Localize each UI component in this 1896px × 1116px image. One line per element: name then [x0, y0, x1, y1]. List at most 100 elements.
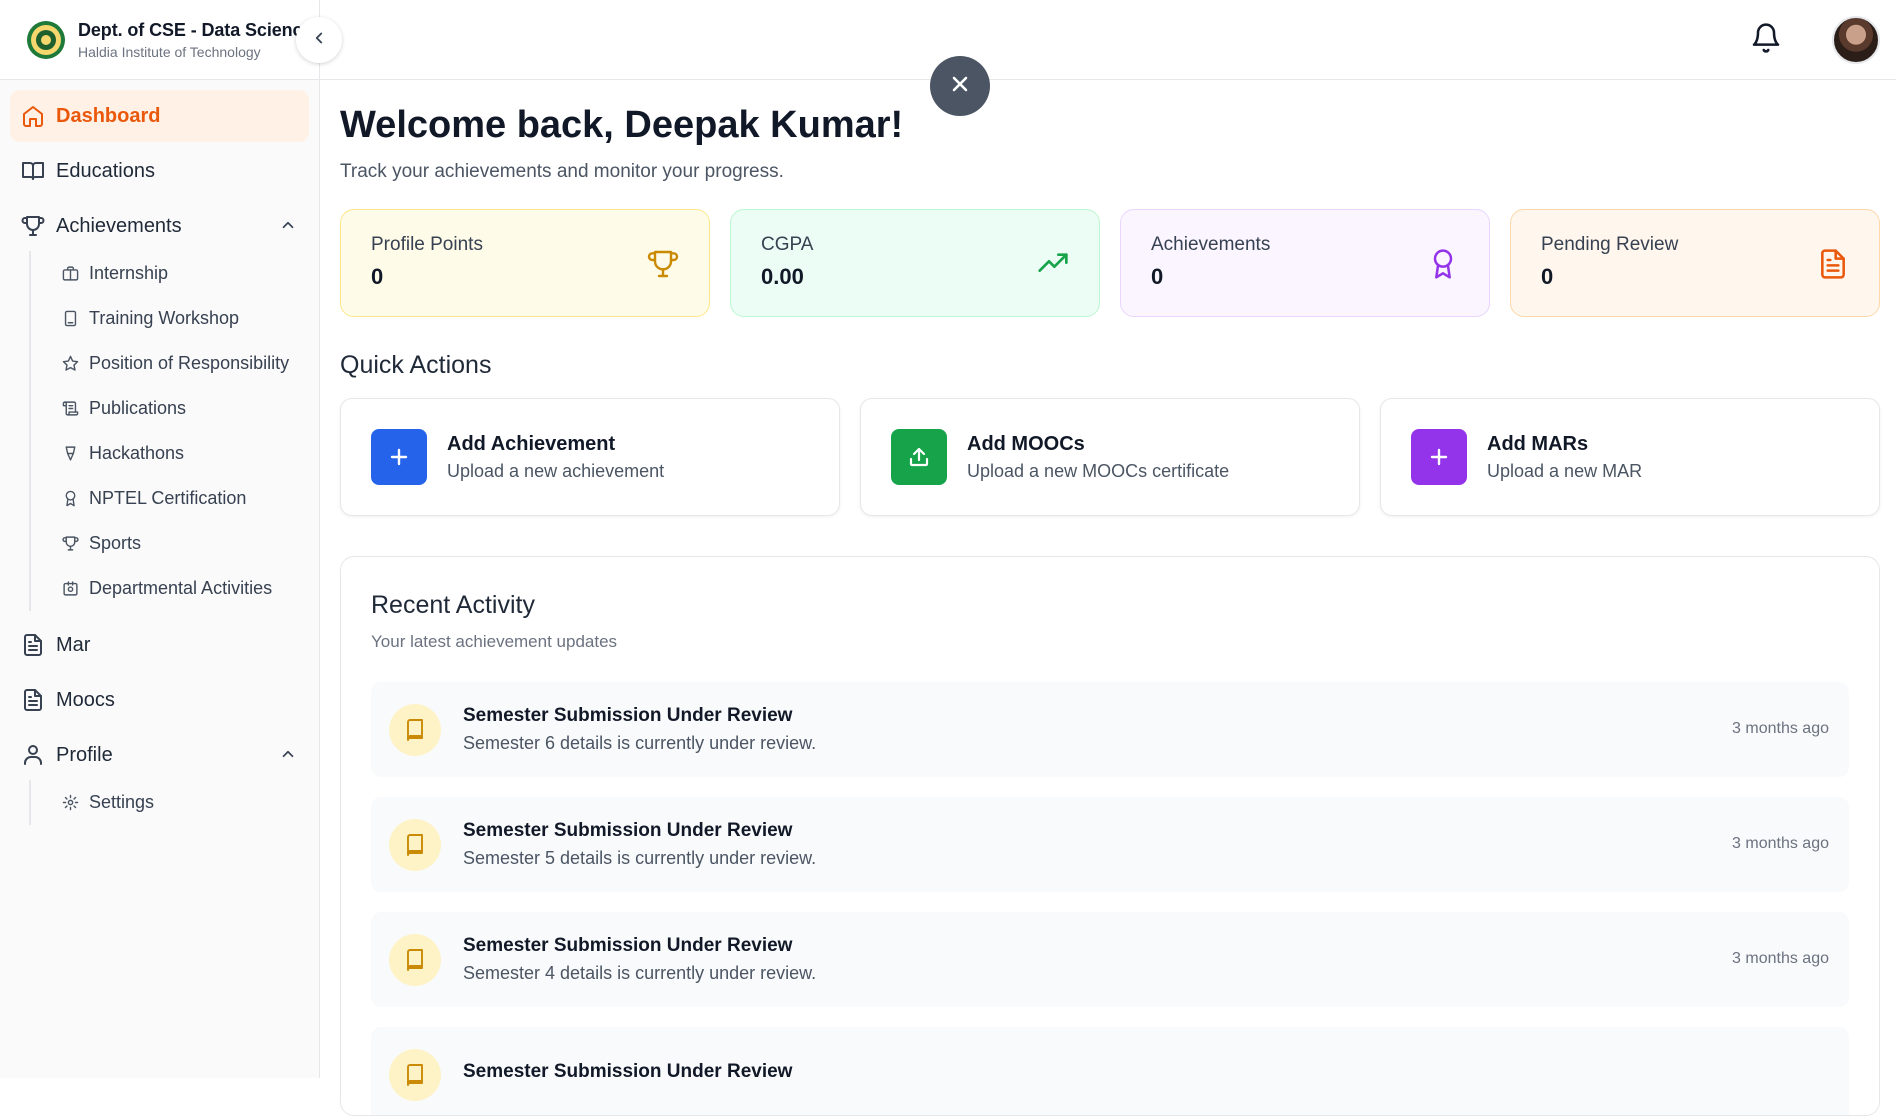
submenu-label: Internship — [89, 263, 169, 283]
book-open-icon — [20, 158, 46, 184]
submenu-label: NPTEL Certification — [89, 488, 247, 508]
submenu-label: Departmental Activities — [89, 578, 273, 598]
chevron-up-icon[interactable] — [279, 745, 297, 769]
stat-card-pending-review: Pending Review 0 — [1510, 209, 1880, 317]
quick-action-title: Add MOOCs — [967, 432, 1085, 455]
book-icon — [389, 703, 441, 756]
page-subtitle: Track your achievements and monitor your… — [340, 161, 784, 182]
activity-title: Semester Submission Under Review — [463, 820, 793, 841]
star-icon — [61, 355, 79, 373]
brand: Dept. of CSE - Data Science Haldia Insti… — [0, 0, 319, 80]
sidebar-item-mar[interactable]: Mar — [10, 619, 309, 671]
stat-card-profile-points: Profile Points 0 — [340, 209, 710, 317]
sidebar-item-moocs[interactable]: Moocs — [10, 674, 309, 726]
submenu-label: Settings — [89, 792, 155, 812]
book-icon — [389, 933, 441, 986]
trophy-icon — [20, 213, 46, 239]
sidebar-item-label: Mar — [56, 633, 91, 656]
brand-subtitle: Haldia Institute of Technology — [78, 43, 261, 60]
quick-action-title: Add Achievement — [447, 432, 616, 455]
sidebar-item-sports[interactable]: Sports — [61, 521, 309, 566]
activity-time: 3 months ago — [1732, 950, 1829, 967]
sidebar: Dept. of CSE - Data Science Haldia Insti… — [0, 0, 320, 1078]
sidebar-item-achievements[interactable]: Achievements — [10, 200, 309, 252]
sidebar-item-label: Achievements — [56, 214, 182, 237]
book-icon — [389, 818, 441, 871]
trophy-icon — [61, 535, 79, 553]
plus-icon — [1411, 429, 1467, 485]
chevron-left-icon — [310, 29, 328, 52]
top-header — [320, 0, 1896, 80]
close-icon — [948, 72, 972, 101]
avatar[interactable] — [1832, 16, 1880, 64]
sidebar-item-profile[interactable]: Profile — [10, 729, 309, 781]
sidebar-item-settings[interactable]: Settings — [61, 780, 309, 825]
activity-time: 3 months ago — [1732, 835, 1829, 852]
add-moocs-button[interactable]: Add MOOCs Upload a new MOOCs certificate — [860, 398, 1360, 516]
activity-title: Semester Submission Under Review — [463, 935, 793, 956]
collapse-sidebar-button[interactable] — [296, 17, 342, 63]
close-button[interactable] — [930, 56, 990, 116]
sidebar-item-label: Educations — [56, 159, 155, 182]
sidebar-item-position-of-responsibility[interactable]: Position of Responsibility — [61, 341, 309, 386]
stat-value: 0 — [1151, 264, 1164, 289]
file-text-icon — [1817, 248, 1849, 285]
award-icon — [1427, 248, 1459, 285]
page-title: Welcome back, Deepak Kumar! — [340, 104, 904, 146]
home-icon — [20, 103, 46, 129]
sidebar-item-publications[interactable]: Publications — [61, 386, 309, 431]
quick-action-title: Add MARs — [1487, 432, 1589, 455]
quick-actions: Add Achievement Upload a new achievement… — [340, 398, 1880, 516]
sidebar-item-internship[interactable]: Internship — [61, 251, 309, 296]
main-content: Welcome back, Deepak Kumar! Track your a… — [340, 80, 1880, 1116]
quick-action-subtitle: Upload a new MOOCs certificate — [967, 460, 1230, 481]
trophy-icon — [647, 248, 679, 285]
building-icon — [61, 580, 79, 598]
submenu-label: Publications — [89, 398, 187, 418]
quick-actions-title: Quick Actions — [340, 351, 492, 379]
sidebar-item-label: Dashboard — [56, 104, 161, 127]
trophy-icon — [61, 445, 79, 463]
sidebar-item-label: Moocs — [56, 688, 115, 711]
add-mars-button[interactable]: Add MARs Upload a new MAR — [1380, 398, 1880, 516]
institute-logo — [24, 18, 68, 62]
sidebar-item-departmental-activities[interactable]: Departmental Activities — [61, 566, 309, 611]
chevron-up-icon[interactable] — [279, 216, 297, 240]
sidebar-item-label: Profile — [56, 743, 113, 766]
sidebar-nav: Dashboard Educations Achievements Intern… — [0, 80, 319, 843]
submenu-label: Training Workshop — [89, 308, 240, 328]
sidebar-item-training-workshop[interactable]: Training Workshop — [61, 296, 309, 341]
scroll-icon — [61, 400, 79, 418]
sidebar-item-educations[interactable]: Educations — [10, 145, 309, 197]
activity-detail: Semester 6 details is currently under re… — [463, 733, 817, 753]
list-item[interactable]: Semester Submission Under Review Semeste… — [371, 912, 1849, 1007]
stat-card-cgpa: CGPA 0.00 — [730, 209, 1100, 317]
stat-label: Pending Review — [1541, 234, 1679, 255]
stat-value: 0 — [1541, 264, 1554, 289]
activity-title: Semester Submission Under Review — [463, 1060, 793, 1082]
sidebar-item-dashboard[interactable]: Dashboard — [10, 90, 309, 142]
activity-detail: Semester 5 details is currently under re… — [463, 848, 817, 868]
stat-value: 0.00 — [761, 264, 804, 289]
submenu-label: Hackathons — [89, 443, 185, 463]
list-item[interactable]: Semester Submission Under Review Semeste… — [371, 797, 1849, 892]
file-text-icon — [20, 687, 46, 713]
stat-label: Profile Points — [371, 234, 483, 255]
list-item[interactable]: Semester Submission Under Review Semeste… — [371, 682, 1849, 777]
brand-title: Dept. of CSE - Data Science — [78, 19, 313, 40]
stat-label: Achievements — [1151, 234, 1271, 255]
add-achievement-button[interactable]: Add Achievement Upload a new achievement — [340, 398, 840, 516]
activity-title: Semester Submission Under Review — [463, 705, 793, 726]
stat-value: 0 — [371, 264, 384, 289]
profile-submenu: Settings — [29, 780, 309, 825]
trending-up-icon — [1037, 248, 1069, 285]
gear-icon — [61, 794, 79, 812]
list-item[interactable]: Semester Submission Under Review — [371, 1027, 1849, 1115]
sidebar-item-hackathons[interactable]: Hackathons — [61, 431, 309, 476]
recent-activity-card: Recent Activity Your latest achievement … — [340, 556, 1880, 1116]
submenu-label: Position of Responsibility — [89, 353, 290, 373]
bell-icon[interactable] — [1750, 22, 1782, 59]
sidebar-item-nptel-certification[interactable]: NPTEL Certification — [61, 476, 309, 521]
activity-detail: Semester 4 details is currently under re… — [463, 963, 817, 983]
tablet-icon — [61, 310, 79, 328]
